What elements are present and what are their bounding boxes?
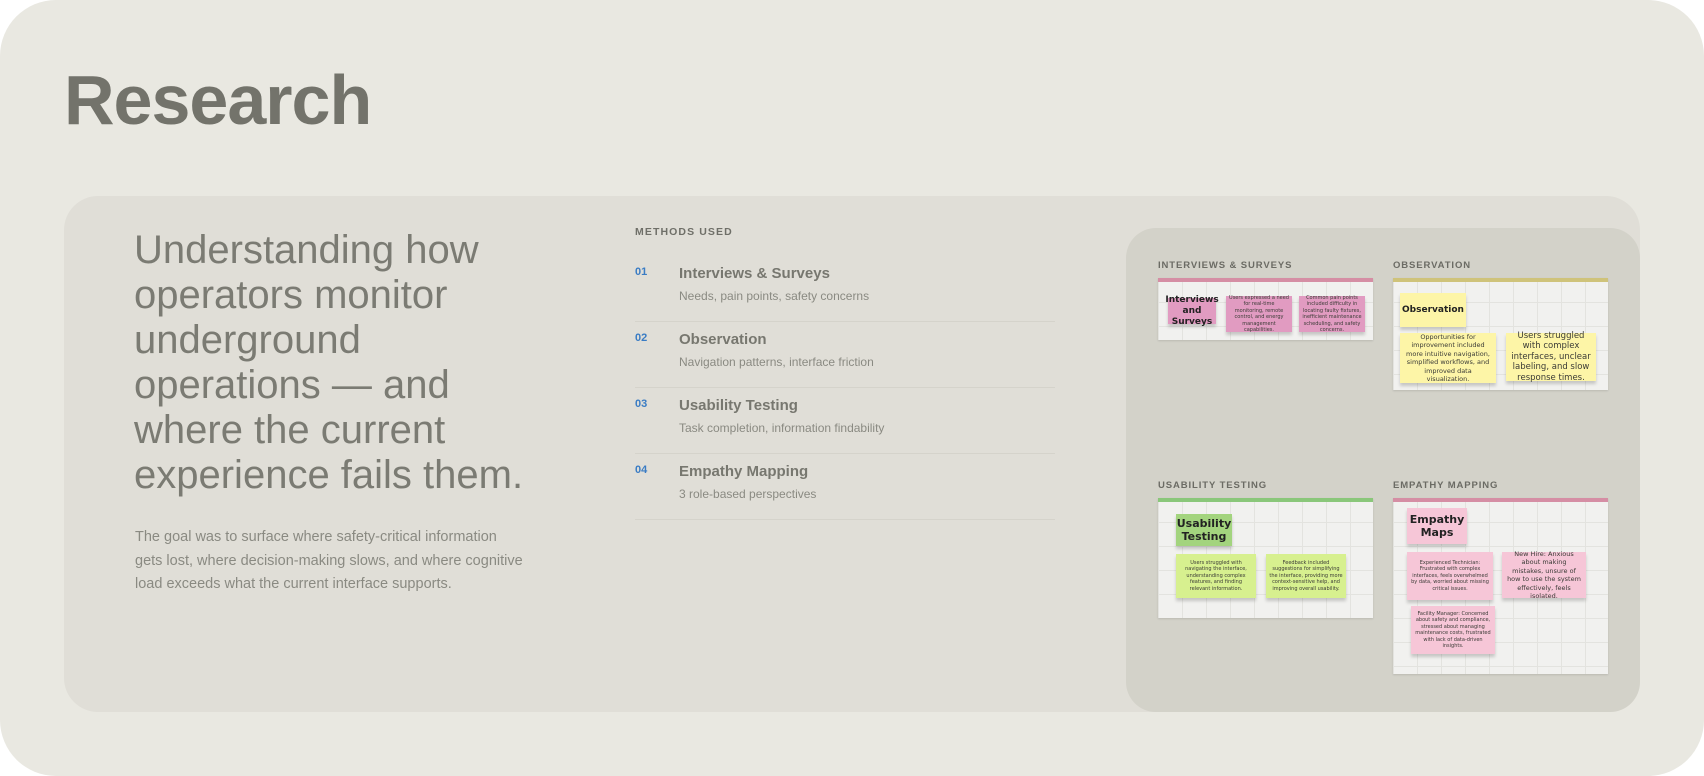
board-canvas: Observation Opportunities for improvemen… (1393, 278, 1608, 390)
empathy-board: EMPATHY MAPPING Empathy Maps Experienced… (1393, 480, 1608, 674)
sticky-note: Experienced Technician: Frustrated with … (1407, 552, 1493, 600)
observation-board: OBSERVATION Observation Opportunities fo… (1393, 260, 1608, 390)
sticky-note: Opportunities for improvement included m… (1400, 333, 1496, 383)
sticky-note: Users struggled with navigating the inte… (1176, 554, 1256, 598)
board-label: USABILITY TESTING (1158, 480, 1268, 491)
method-name: Empathy Mapping (679, 463, 809, 480)
method-item: 02 Observation Navigation patterns, inte… (635, 322, 1055, 388)
method-description: 3 role-based perspectives (679, 487, 817, 501)
sticky-note: Users expressed a need for real-time mon… (1226, 295, 1292, 333)
method-number: 03 (635, 398, 648, 410)
board-accent (1393, 498, 1608, 502)
methods-list: METHODS USED 01 Interviews & Surveys Nee… (635, 226, 1055, 520)
board-label: OBSERVATION (1393, 260, 1471, 271)
sticky-note: Usability Testing (1176, 514, 1232, 546)
board-accent (1158, 278, 1373, 282)
sticky-note: Interviews and Surveys (1165, 294, 1219, 327)
board-label: EMPATHY MAPPING (1393, 480, 1499, 491)
method-description: Task completion, information findability (679, 421, 885, 435)
methods-label: METHODS USED (635, 226, 733, 238)
method-description: Navigation patterns, interface friction (679, 355, 874, 369)
research-lede: The goal was to surface where safety-cri… (135, 529, 523, 592)
method-description: Needs, pain points, safety concerns (679, 289, 870, 303)
sticky-note: Facility Manager: Concerned about safety… (1411, 606, 1495, 654)
sticky-note: Users struggled with complex interfaces,… (1506, 331, 1596, 383)
method-number: 01 (635, 266, 648, 278)
research-section: Research Understanding how operators mon… (0, 0, 1704, 776)
research-headline: Understanding how operators monitor unde… (134, 228, 524, 497)
method-item: 01 Interviews & Surveys Needs, pain poin… (635, 256, 1055, 322)
usability-board: USABILITY TESTING Usability Testing User… (1158, 480, 1373, 618)
method-number: 02 (635, 332, 648, 344)
method-item: 03 Usability Testing Task completion, in… (635, 388, 1055, 454)
board-canvas: Empathy Maps Experienced Technician: Fru… (1393, 498, 1608, 674)
board-canvas: Usability Testing Users struggled with n… (1158, 498, 1373, 618)
method-item: 04 Empathy Mapping 3 role-based perspect… (635, 454, 1055, 520)
sticky-note: Observation (1400, 293, 1466, 327)
board-accent (1393, 278, 1608, 282)
method-name: Usability Testing (679, 397, 798, 414)
sticky-note: New Hire: Anxious about making mistakes,… (1502, 550, 1586, 600)
research-boards: INTERVIEWS & SURVEYS Interviews and Surv… (1126, 228, 1640, 712)
method-name: Observation (679, 331, 767, 348)
method-name: Interviews & Surveys (679, 265, 830, 282)
board-accent (1158, 498, 1373, 502)
sticky-note: Feedback included suggestions for simpli… (1266, 554, 1346, 598)
sticky-note: Common pain points included difficulty i… (1299, 295, 1365, 333)
board-canvas: Interviews and Surveys Users expressed a… (1158, 278, 1373, 340)
method-number: 04 (635, 464, 648, 476)
research-panel: Understanding how operators monitor unde… (64, 196, 1640, 712)
interviews-board: INTERVIEWS & SURVEYS Interviews and Surv… (1158, 260, 1373, 340)
board-label: INTERVIEWS & SURVEYS (1158, 260, 1293, 271)
page-title: Research (64, 61, 372, 139)
sticky-note: Empathy Maps (1407, 508, 1467, 544)
